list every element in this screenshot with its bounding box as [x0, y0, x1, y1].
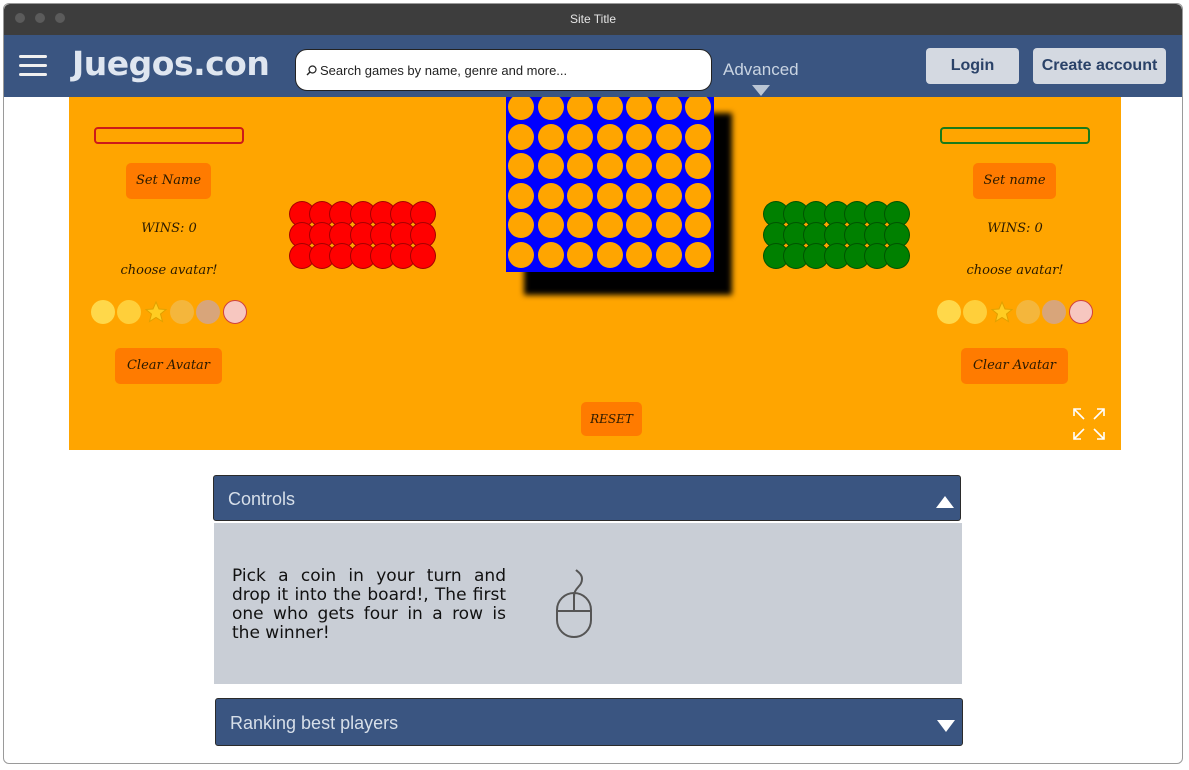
ranking-accordion-header[interactable]: Ranking best players [215, 698, 963, 746]
board-slot[interactable] [685, 182, 711, 209]
connect-four-game: Set Name WINS: 0 choose avatar! Clear Av… [69, 97, 1121, 450]
board-slot[interactable] [537, 241, 564, 268]
player2-set-name-button[interactable]: Set name [973, 163, 1056, 199]
thinking-face-icon[interactable] [170, 300, 194, 324]
board-slot[interactable] [596, 153, 623, 179]
board-slot[interactable] [596, 241, 623, 268]
player1-clear-avatar-button[interactable]: Clear Avatar [115, 348, 222, 384]
board-slot[interactable] [508, 97, 534, 120]
controls-description: Pick a coin in your turn and drop it int… [232, 566, 506, 643]
board-slot[interactable] [655, 182, 682, 209]
star-icon[interactable] [144, 300, 168, 324]
player2-choose-avatar-label: choose avatar! [966, 263, 1064, 278]
woozy-face-icon[interactable] [117, 300, 141, 324]
player1-name-field[interactable] [94, 127, 244, 144]
pouting-face-icon[interactable] [1069, 300, 1093, 324]
reset-button[interactable]: RESET [581, 402, 642, 436]
window-title: Site Title [569, 12, 617, 26]
game-board[interactable] [506, 97, 714, 272]
board-slot[interactable] [685, 153, 711, 179]
player2-clear-avatar-button[interactable]: Clear Avatar [961, 348, 1068, 384]
browser-window: Site Title Juegos.con Advanced Login Cre… [3, 3, 1183, 764]
board-slot[interactable] [626, 123, 652, 150]
collapse-caret-up-icon[interactable] [936, 496, 954, 508]
green-coin[interactable] [884, 243, 911, 269]
board-slot[interactable] [508, 212, 534, 238]
login-button[interactable]: Login [926, 48, 1019, 84]
board-slot[interactable] [596, 212, 623, 238]
search-bar[interactable] [295, 49, 712, 91]
board-slot[interactable] [567, 182, 593, 209]
mouse-icon [556, 569, 592, 638]
board-slot[interactable] [537, 212, 564, 238]
board-slot[interactable] [655, 123, 682, 150]
board-slot[interactable] [655, 212, 682, 238]
board-slot[interactable] [685, 123, 711, 150]
search-icon [306, 65, 317, 76]
player2-avatar-picker [937, 300, 1097, 326]
title-bar: Site Title [4, 4, 1182, 35]
board-slot[interactable] [567, 241, 593, 268]
board-slot[interactable] [655, 241, 682, 268]
red-coin[interactable] [410, 243, 437, 269]
player1-wins: WINS: 0 [141, 221, 197, 236]
board-slot[interactable] [537, 153, 564, 179]
board-slot[interactable] [508, 182, 534, 209]
board-slot[interactable] [567, 123, 593, 150]
board-slot[interactable] [626, 153, 652, 179]
board-slot[interactable] [537, 123, 564, 150]
board-slot[interactable] [655, 97, 682, 120]
controls-accordion-header[interactable]: Controls [213, 475, 961, 521]
board-slot[interactable] [567, 212, 593, 238]
ranking-header-label: Ranking best players [230, 713, 399, 733]
top-navbar: Juegos.con Advanced Login Create account [4, 35, 1182, 97]
board-slot[interactable] [626, 212, 652, 238]
controls-header-label: Controls [228, 489, 296, 509]
expand-arrows-icon[interactable] [1071, 406, 1107, 442]
board-slot[interactable] [685, 97, 711, 120]
star-icon[interactable] [990, 300, 1014, 324]
rolling-eyes-face-icon[interactable] [937, 300, 961, 324]
board-slot[interactable] [685, 212, 711, 238]
board-slot[interactable] [508, 123, 534, 150]
search-input[interactable] [320, 58, 700, 82]
player1-choose-avatar-label: choose avatar! [120, 263, 218, 278]
advanced-caret-down-icon[interactable] [752, 85, 770, 96]
board-slot[interactable] [685, 241, 711, 268]
controls-panel: Pick a coin in your turn and drop it int… [214, 523, 962, 684]
old-man-face-icon[interactable] [1042, 300, 1066, 324]
advanced-search-link[interactable]: Advanced [723, 60, 799, 80]
board-slot[interactable] [626, 182, 652, 209]
board-slot[interactable] [537, 182, 564, 209]
board-slot[interactable] [508, 241, 534, 268]
site-logo[interactable]: Juegos.con [72, 44, 270, 83]
player1-avatar-picker [91, 300, 251, 326]
board-slot[interactable] [626, 241, 652, 268]
board-slot[interactable] [567, 153, 593, 179]
board-slot[interactable] [567, 97, 593, 120]
board-slot[interactable] [537, 97, 564, 120]
board-slot[interactable] [596, 182, 623, 209]
pouting-face-icon[interactable] [223, 300, 247, 324]
expand-caret-down-icon[interactable] [937, 720, 955, 732]
hamburger-menu-icon[interactable] [19, 55, 49, 77]
player1-set-name-button[interactable]: Set Name [126, 163, 211, 199]
board-slot[interactable] [655, 153, 682, 179]
player2-name-field[interactable] [940, 127, 1090, 144]
player2-wins: WINS: 0 [987, 221, 1043, 236]
woozy-face-icon[interactable] [963, 300, 987, 324]
board-slot[interactable] [626, 97, 652, 120]
board-slot[interactable] [596, 123, 623, 150]
thinking-face-icon[interactable] [1016, 300, 1040, 324]
board-slot[interactable] [596, 97, 623, 120]
board-slot[interactable] [508, 153, 534, 179]
rolling-eyes-face-icon[interactable] [91, 300, 115, 324]
create-account-button[interactable]: Create account [1033, 48, 1166, 84]
old-man-face-icon[interactable] [196, 300, 220, 324]
